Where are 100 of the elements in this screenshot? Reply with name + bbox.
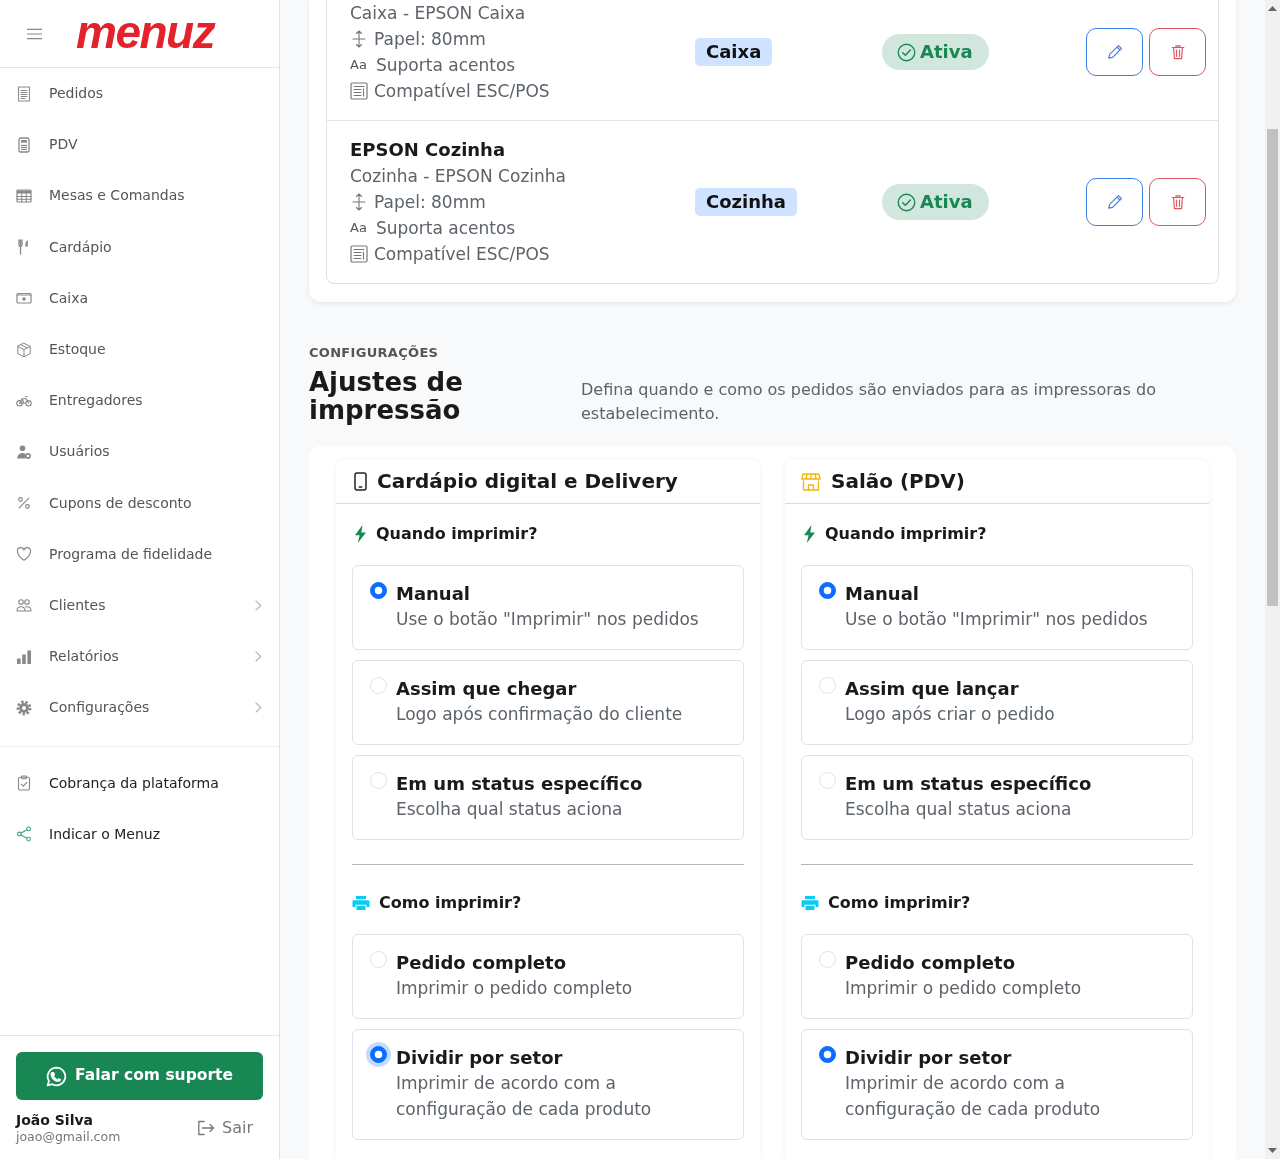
option-title: Pedido completo bbox=[845, 951, 1016, 975]
channel-title: Salão (PDV) bbox=[831, 468, 965, 495]
scrollbar[interactable] bbox=[1265, 0, 1280, 1159]
group-heading: Como imprimir? bbox=[379, 893, 522, 913]
option-title: Dividir por setor bbox=[845, 1046, 1013, 1070]
vertical-arrows-icon bbox=[350, 193, 368, 211]
trash-icon bbox=[1169, 194, 1186, 210]
user-icon bbox=[16, 443, 32, 460]
printer-detail: Suporta acentos bbox=[376, 54, 516, 77]
section-eyebrow: CONFIGURAÇÕES bbox=[309, 345, 440, 361]
receipt-icon bbox=[16, 85, 32, 102]
logout-button[interactable]: Sair bbox=[197, 1116, 263, 1140]
option-description: Use o botão "Imprimir" nos pedidos bbox=[845, 608, 1148, 631]
option-description: Logo após confirmação do cliente bbox=[396, 703, 683, 726]
option-title: Manual bbox=[845, 582, 920, 606]
group-heading: Como imprimir? bbox=[828, 893, 971, 913]
sidebar-item[interactable]: Cupons de desconto bbox=[0, 477, 279, 529]
user-email: joao@gmail.com bbox=[16, 1129, 121, 1145]
document-icon bbox=[350, 82, 368, 100]
check-circle-icon bbox=[897, 192, 916, 212]
status-text: Ativa bbox=[920, 40, 973, 64]
option-title: Pedido completo bbox=[396, 951, 567, 975]
section-title: Ajustes de impressão bbox=[309, 368, 464, 424]
edit-button[interactable] bbox=[1086, 178, 1143, 226]
pencil-icon bbox=[1106, 194, 1123, 210]
logo[interactable]: menuz bbox=[76, 8, 215, 55]
sidebar-item[interactable]: Estoque bbox=[0, 323, 279, 376]
option-card[interactable]: Pedido completo Imprimir o pedido completo bbox=[801, 934, 1193, 1019]
sidebar-item[interactable]: Usuários bbox=[0, 426, 279, 478]
option-card[interactable]: Assim que lançar Logo após criar o pedido bbox=[801, 660, 1193, 745]
sidebar-item[interactable]: Clientes bbox=[0, 579, 279, 632]
printer-detail: Compatível ESC/POS bbox=[374, 80, 550, 103]
option-title: Assim que chegar bbox=[396, 677, 578, 701]
radio-button[interactable] bbox=[370, 582, 387, 599]
option-card[interactable]: Manual Use o botão "Imprimir" nos pedidos bbox=[352, 565, 744, 650]
edit-button[interactable] bbox=[1086, 28, 1143, 76]
option-card[interactable]: Dividir por setor Imprimir de acordo com a configuração de cada produto bbox=[801, 1029, 1193, 1140]
delete-button[interactable] bbox=[1149, 28, 1206, 76]
option-title: Dividir por setor bbox=[396, 1046, 564, 1070]
radio-button[interactable] bbox=[819, 1046, 836, 1063]
caret-up-icon[interactable] bbox=[1268, 6, 1277, 11]
sidebar-item[interactable]: Indicar o Menuz bbox=[0, 808, 279, 860]
printer-detail: Papel: 80mm bbox=[374, 191, 486, 214]
support-button[interactable]: Falar com suporte bbox=[16, 1052, 263, 1100]
radio-button[interactable] bbox=[819, 582, 836, 599]
bar-chart-icon bbox=[16, 648, 32, 665]
sidebar-item[interactable]: Entregadores bbox=[0, 375, 279, 427]
sidebar-item[interactable]: PDV bbox=[0, 119, 279, 171]
option-description: Use o botão "Imprimir" nos pedidos bbox=[396, 608, 699, 631]
settings-icon bbox=[16, 699, 32, 716]
printer-detail: Suporta acentos bbox=[376, 217, 516, 240]
option-card[interactable]: Assim que chegar Logo após confirmação do cliente bbox=[352, 660, 744, 745]
caret-down-icon[interactable] bbox=[1268, 1148, 1277, 1153]
people-icon bbox=[16, 597, 32, 614]
printer-detail: Papel: 80mm bbox=[374, 28, 486, 51]
option-card[interactable]: Em um status específico Escolha qual status aciona bbox=[801, 755, 1193, 840]
percent-icon bbox=[16, 495, 32, 512]
status-text: Ativa bbox=[920, 190, 973, 214]
printer-name: EPSON Cozinha bbox=[350, 138, 507, 162]
option-title: Assim que lançar bbox=[845, 677, 1020, 701]
lightning-icon bbox=[354, 525, 367, 543]
sector-tag: Caixa bbox=[695, 38, 773, 66]
group-heading: Quando imprimir? bbox=[376, 524, 538, 544]
delete-button[interactable] bbox=[1149, 178, 1206, 226]
radio-button[interactable] bbox=[370, 1046, 387, 1063]
option-description: Imprimir de acordo com a configuração de cada produto bbox=[845, 1072, 1102, 1121]
sidebar-item[interactable]: Programa de fidelidade bbox=[0, 528, 279, 580]
group-heading: Quando imprimir? bbox=[825, 524, 987, 544]
user-name: João Silva bbox=[16, 1111, 95, 1129]
option-card[interactable]: Manual Use o botão "Imprimir" nos pedidos bbox=[801, 565, 1193, 650]
menu-icon[interactable] bbox=[27, 27, 42, 40]
document-icon bbox=[350, 245, 368, 263]
pencil-icon bbox=[1106, 44, 1123, 60]
option-card[interactable]: Em um status específico Escolha qual status aciona bbox=[352, 755, 744, 840]
sidebar-item[interactable]: Pedidos bbox=[0, 68, 279, 120]
sidebar-item[interactable]: Mesas e Comandas bbox=[0, 170, 279, 222]
sidebar-item[interactable]: Cobrança da plataforma bbox=[0, 757, 279, 809]
scrollbar-thumb[interactable] bbox=[1267, 129, 1278, 606]
chat-bubble-icon bbox=[46, 1065, 68, 1087]
channel-title: Cardápio digital e Delivery bbox=[377, 468, 678, 495]
option-title: Em um status específico bbox=[845, 772, 1092, 796]
option-card[interactable]: Dividir por setor Imprimir de acordo com a configuração de cada produto bbox=[352, 1029, 744, 1140]
option-description: Imprimir de acordo com a configuração de cada produto bbox=[396, 1072, 653, 1121]
heart-icon bbox=[16, 546, 32, 563]
option-description: Escolha qual status aciona bbox=[845, 798, 1073, 821]
option-card[interactable]: Pedido completo Imprimir o pedido completo bbox=[352, 934, 744, 1019]
phone-icon bbox=[354, 472, 367, 491]
option-description: Logo após criar o pedido bbox=[845, 703, 1055, 726]
option-description: Imprimir o pedido completo bbox=[396, 977, 633, 1000]
check-circle-icon bbox=[897, 42, 916, 62]
sidebar-item[interactable]: Configurações bbox=[0, 682, 279, 734]
sidebar-item[interactable]: Relatórios bbox=[0, 631, 279, 683]
sector-tag: Cozinha bbox=[695, 188, 797, 216]
sidebar-item[interactable]: Caixa bbox=[0, 272, 279, 324]
calculator-icon bbox=[16, 136, 32, 153]
option-title: Em um status específico bbox=[396, 772, 643, 796]
printer-subtitle: Cozinha - EPSON Cozinha bbox=[350, 165, 567, 188]
sidebar-item[interactable]: Cardápio bbox=[0, 221, 279, 273]
option-description: Imprimir o pedido completo bbox=[845, 977, 1082, 1000]
share-icon bbox=[16, 826, 32, 843]
